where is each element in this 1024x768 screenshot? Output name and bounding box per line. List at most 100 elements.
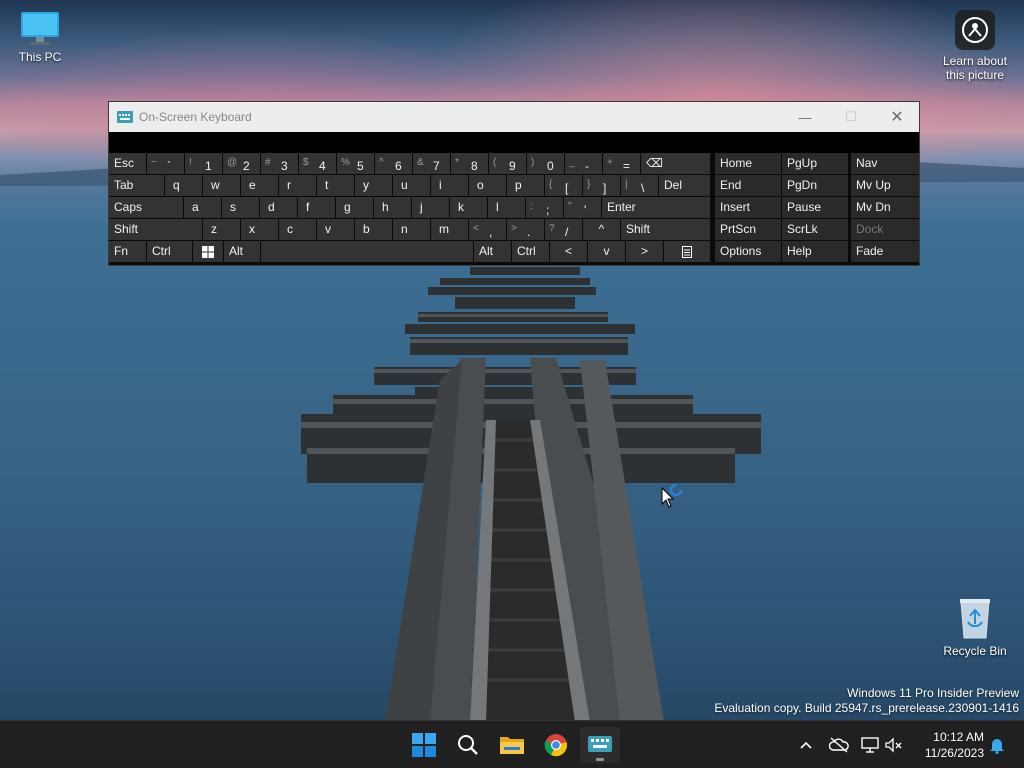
key-1[interactable]: ! 1: [185, 153, 222, 174]
key-i[interactable]: i: [431, 175, 468, 196]
key-caps[interactable]: Caps: [109, 197, 183, 218]
key-minus[interactable]: _ -: [565, 153, 602, 174]
key-equals[interactable]: + =: [603, 153, 640, 174]
key-right-arrow[interactable]: >: [626, 241, 663, 262]
key-end[interactable]: End: [715, 175, 781, 196]
key-s[interactable]: s: [222, 197, 259, 218]
close-button[interactable]: ✕: [874, 102, 920, 132]
desktop-icon-learn-about-picture[interactable]: Learn about this picture: [935, 10, 1015, 82]
tray-overflow-button[interactable]: [794, 721, 818, 768]
key-pgup[interactable]: PgUp: [782, 153, 848, 174]
taskbar-clock[interactable]: 10:12 AM 11/26/2023: [912, 729, 984, 761]
key-mv-dn[interactable]: Mv Dn: [851, 197, 919, 218]
taskbar-chrome[interactable]: [536, 727, 576, 763]
key-space[interactable]: [261, 241, 473, 262]
key-prtscn[interactable]: PrtScn: [715, 219, 781, 240]
key-3[interactable]: #3: [261, 153, 298, 174]
key-mv-up[interactable]: Mv Up: [851, 175, 919, 196]
tray-notifications[interactable]: [986, 721, 1008, 768]
key-left-alt[interactable]: Alt: [224, 241, 260, 262]
key-l[interactable]: l: [488, 197, 525, 218]
keyboard-keys: Esc ~ ` ! 1 @2 #3 $4 % 5 ^ 6 & 7 * 8 (9 ) 0 _ - …: [109, 153, 919, 265]
key-z[interactable]: z: [203, 219, 240, 240]
key-left-shift[interactable]: Shift: [109, 219, 202, 240]
key-nav[interactable]: Nav: [851, 153, 919, 174]
key-y[interactable]: y: [355, 175, 392, 196]
key-pause[interactable]: Pause: [782, 197, 848, 218]
key-right-shift[interactable]: Shift: [621, 219, 710, 240]
taskbar-search-button[interactable]: [448, 727, 488, 763]
minimize-button[interactable]: —: [782, 102, 828, 132]
key-o[interactable]: o: [469, 175, 506, 196]
key-g[interactable]: g: [336, 197, 373, 218]
key-left-ctrl[interactable]: Ctrl: [147, 241, 192, 262]
taskbar-start-button[interactable]: [404, 727, 444, 763]
key-v[interactable]: v: [317, 219, 354, 240]
key-h[interactable]: h: [374, 197, 411, 218]
key-f[interactable]: f: [298, 197, 335, 218]
key-d[interactable]: d: [260, 197, 297, 218]
key-w[interactable]: w: [203, 175, 240, 196]
key-9[interactable]: (9: [489, 153, 526, 174]
key-close-bracket[interactable]: }]: [583, 175, 620, 196]
key-right-alt[interactable]: Alt: [474, 241, 511, 262]
key-6[interactable]: ^ 6: [375, 153, 412, 174]
key-u[interactable]: u: [393, 175, 430, 196]
key-enter[interactable]: Enter: [602, 197, 710, 218]
key-left-arrow[interactable]: <: [550, 241, 587, 262]
key-m[interactable]: m: [431, 219, 468, 240]
tray-network-volume[interactable]: [856, 721, 908, 768]
key-slash[interactable]: ? /: [545, 219, 582, 240]
key-open-bracket[interactable]: {[: [545, 175, 582, 196]
key-scrlk[interactable]: ScrLk: [782, 219, 848, 240]
key-4[interactable]: $4: [299, 153, 336, 174]
key-r[interactable]: r: [279, 175, 316, 196]
taskbar-on-screen-keyboard[interactable]: [580, 727, 620, 763]
key-backslash[interactable]: | \: [621, 175, 658, 196]
key-5[interactable]: % 5: [337, 153, 374, 174]
key-pgdn[interactable]: PgDn: [782, 175, 848, 196]
key-j[interactable]: j: [412, 197, 449, 218]
key-fn[interactable]: Fn: [109, 241, 146, 262]
key-semicolon[interactable]: :;: [526, 197, 563, 218]
key-comma[interactable]: <,: [469, 219, 506, 240]
key-n[interactable]: n: [393, 219, 430, 240]
key-help[interactable]: Help: [782, 241, 848, 262]
key-insert[interactable]: Insert: [715, 197, 781, 218]
key-q[interactable]: q: [165, 175, 202, 196]
key-home[interactable]: Home: [715, 153, 781, 174]
key-up-arrow[interactable]: ^: [583, 219, 620, 240]
key-t[interactable]: t: [317, 175, 354, 196]
key-x[interactable]: x: [241, 219, 278, 240]
key-b[interactable]: b: [355, 219, 392, 240]
key-p[interactable]: p: [507, 175, 544, 196]
key-7[interactable]: & 7: [413, 153, 450, 174]
key-fade[interactable]: Fade: [851, 241, 919, 262]
key-8[interactable]: * 8: [451, 153, 488, 174]
key-backspace[interactable]: ⌫: [641, 153, 710, 174]
key-esc[interactable]: Esc: [109, 153, 146, 174]
key-tab[interactable]: Tab: [109, 175, 164, 196]
desktop-icon-recycle-bin[interactable]: Recycle Bin: [935, 596, 1015, 658]
key-e[interactable]: e: [241, 175, 278, 196]
key-windows[interactable]: [193, 241, 223, 262]
key-options[interactable]: Options: [715, 241, 781, 262]
key-backtick[interactable]: ~ `: [147, 153, 184, 174]
osk-prediction-strip: [109, 132, 919, 153]
key-a[interactable]: a: [184, 197, 221, 218]
key-0[interactable]: ) 0: [527, 153, 564, 174]
key-del[interactable]: Del: [659, 175, 710, 196]
taskbar-file-explorer[interactable]: [492, 727, 532, 763]
key-down-arrow[interactable]: v: [588, 241, 625, 262]
key-c[interactable]: c: [279, 219, 316, 240]
key-2[interactable]: @2: [223, 153, 260, 174]
key-quote[interactable]: " ': [564, 197, 601, 218]
tray-onedrive[interactable]: [826, 721, 852, 768]
key-period[interactable]: >.: [507, 219, 544, 240]
key-context-menu[interactable]: [664, 241, 710, 262]
maximize-button[interactable]: ☐: [828, 102, 874, 132]
key-k[interactable]: k: [450, 197, 487, 218]
osk-titlebar[interactable]: On-Screen Keyboard — ☐ ✕: [109, 102, 919, 132]
desktop-icon-this-pc[interactable]: This PC: [0, 10, 80, 64]
key-right-ctrl[interactable]: Ctrl: [512, 241, 549, 262]
